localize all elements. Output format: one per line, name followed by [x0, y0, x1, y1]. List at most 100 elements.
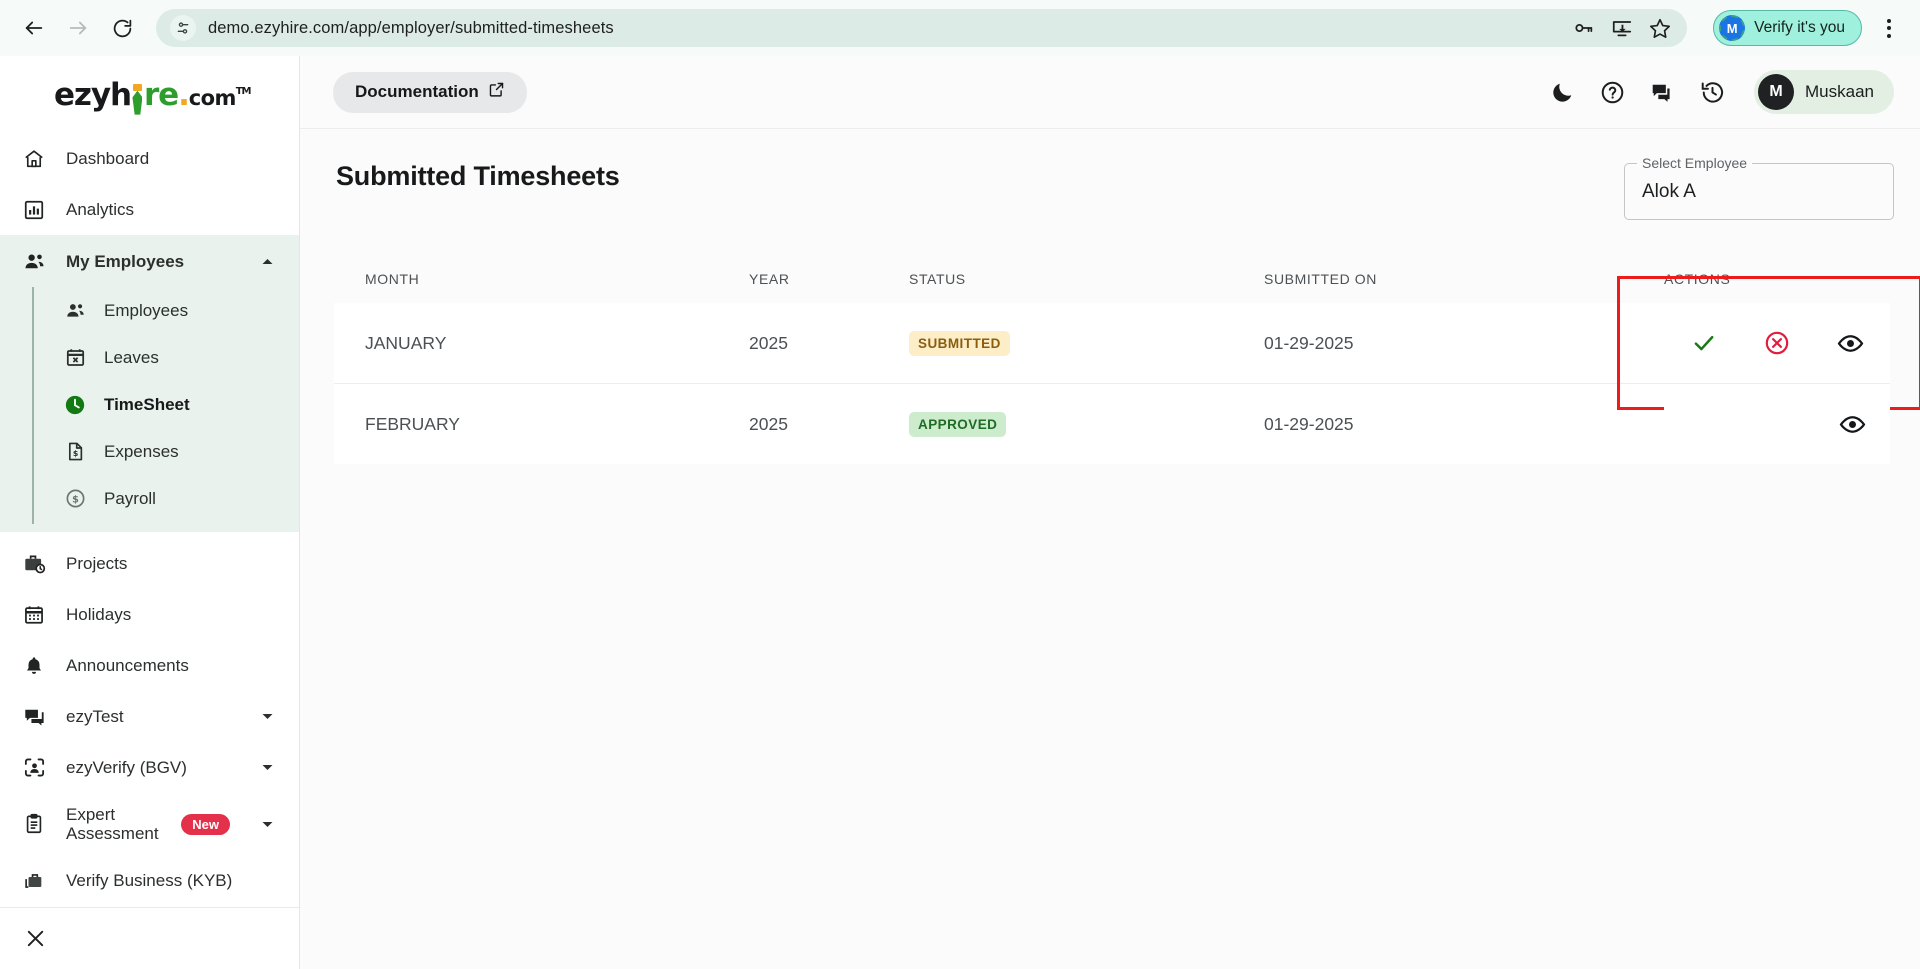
- sidebar-close-row: [0, 907, 299, 969]
- browser-menu-button[interactable]: [1872, 8, 1906, 48]
- browser-back-button[interactable]: [14, 8, 54, 48]
- sidebar-label-expenses: Expenses: [104, 441, 179, 461]
- verify-label: Verify it's you: [1754, 19, 1845, 36]
- cell-actions: [1664, 384, 1890, 464]
- sidebar-item-my-employees[interactable]: My Employees: [0, 235, 299, 287]
- documentation-button[interactable]: Documentation: [333, 71, 527, 113]
- table-body: JANUARY 2025 SUBMITTED 01-29-2025 FEBRUA…: [334, 276, 1920, 464]
- sidebar-item-verify-business[interactable]: Verify Business (KYB): [0, 855, 299, 906]
- sidebar-item-holidays[interactable]: Holidays: [0, 589, 299, 640]
- sidebar-group-my-employees: My Employees Employees Leaves TimeSheet …: [0, 235, 299, 533]
- sidebar-label-ezyverify: ezyVerify (BGV): [66, 758, 187, 778]
- bookmark-star-icon[interactable]: [1649, 17, 1671, 39]
- employee-select-label: Select Employee: [1637, 155, 1753, 171]
- logo-dot: .: [178, 76, 190, 113]
- table-header-row: MONTH YEAR STATUS SUBMITTED ON ACTIONS: [334, 261, 1890, 303]
- browser-forward-button[interactable]: [58, 8, 98, 48]
- sidebar-item-ezyverify[interactable]: ezyVerify (BGV): [0, 742, 299, 793]
- home-icon: [22, 147, 46, 171]
- sidebar-item-expenses[interactable]: $ Expenses: [32, 428, 299, 475]
- site-settings-icon[interactable]: [170, 15, 196, 41]
- logo-text-part2: re: [143, 76, 179, 113]
- sidebar-label-announcements: Announcements: [66, 656, 189, 676]
- sidebar-label-ezytest: ezyTest: [66, 707, 124, 727]
- user-profile-button[interactable]: M Muskaan: [1754, 70, 1894, 114]
- chevron-down-icon[interactable]: [260, 817, 275, 832]
- external-link-icon: [488, 81, 505, 103]
- new-badge: New: [181, 813, 230, 835]
- reject-icon[interactable]: [1762, 328, 1792, 358]
- column-header-year: YEAR: [749, 261, 909, 303]
- sidebar-label-timesheet: TimeSheet: [104, 394, 190, 414]
- calendar-x-icon: [64, 347, 86, 369]
- sidebar-label-leaves: Leaves: [104, 347, 159, 367]
- app-logo[interactable]: ezyh re. com TM: [0, 56, 299, 133]
- timesheets-table: MONTH YEAR STATUS SUBMITTED ON ACTIONS J…: [334, 261, 1920, 464]
- history-icon[interactable]: [1698, 78, 1726, 106]
- documentation-label: Documentation: [355, 82, 479, 101]
- topbar-icons: M Muskaan: [1548, 70, 1894, 114]
- sidebar-item-timesheet[interactable]: TimeSheet: [32, 381, 299, 428]
- sidebar-item-payroll[interactable]: $ Payroll: [32, 475, 299, 522]
- sidebar-item-ezytest[interactable]: ezyTest: [0, 691, 299, 742]
- table-head: MONTH YEAR STATUS SUBMITTED ON ACTIONS: [334, 261, 1890, 303]
- column-header-actions: ACTIONS: [1664, 261, 1890, 303]
- svg-text:$: $: [72, 449, 77, 458]
- chat-icon: [22, 705, 46, 729]
- face-scan-icon: [22, 756, 46, 780]
- chat-icon[interactable]: [1648, 78, 1676, 106]
- status-badge: APPROVED: [909, 411, 1007, 437]
- sidebar-item-expert-assessment[interactable]: Expert Assessment New: [0, 793, 299, 855]
- sidebar-label-holidays: Holidays: [66, 605, 132, 625]
- browser-reload-button[interactable]: [102, 8, 142, 48]
- install-app-icon[interactable]: [1611, 17, 1633, 39]
- chevron-down-icon[interactable]: [260, 760, 275, 775]
- employee-select[interactable]: Select Employee Alok A: [1624, 155, 1894, 220]
- clock-icon: [64, 394, 86, 416]
- people-icon: [22, 249, 46, 273]
- page-title: Submitted Timesheets: [336, 161, 620, 191]
- cell-year: 2025: [749, 303, 909, 384]
- column-header-month: MONTH: [334, 261, 749, 303]
- main-content: Documentation M Muskaan Submitted Timesh…: [300, 56, 1920, 969]
- chevron-down-icon[interactable]: [260, 709, 275, 724]
- column-header-status: STATUS: [909, 261, 1264, 303]
- sidebar: ezyh re. com TM Dashboard Analytics My E…: [0, 56, 300, 969]
- dollar-circle-icon: $: [64, 488, 86, 510]
- chevron-up-icon[interactable]: [260, 254, 275, 269]
- user-name: Muskaan: [1805, 82, 1874, 101]
- cell-month: JANUARY: [334, 303, 749, 384]
- sidebar-item-employees[interactable]: Employees: [32, 287, 299, 334]
- logo-com: com: [188, 85, 237, 110]
- approve-icon[interactable]: [1689, 328, 1719, 358]
- cell-submitted-on: 01-29-2025: [1264, 384, 1664, 464]
- password-key-icon[interactable]: [1573, 17, 1595, 39]
- clipboard-icon: [22, 812, 46, 836]
- help-icon[interactable]: [1598, 78, 1626, 106]
- app-topbar: Documentation M Muskaan: [300, 56, 1920, 129]
- sidebar-label-analytics: Analytics: [66, 200, 135, 220]
- sidebar-label-payroll: Payroll: [104, 488, 156, 508]
- employee-select-value: Alok A: [1642, 181, 1696, 202]
- sidebar-item-analytics[interactable]: Analytics: [0, 184, 299, 235]
- status-badge: SUBMITTED: [909, 330, 1010, 356]
- briefcase-clock-icon: [22, 552, 46, 576]
- browser-address-bar[interactable]: demo.ezyhire.com/app/employer/submitted-…: [156, 9, 1688, 47]
- dark-mode-icon[interactable]: [1548, 78, 1576, 106]
- subnav-rail: [32, 287, 34, 525]
- sidebar-item-announcements[interactable]: Announcements: [0, 640, 299, 691]
- table-row[interactable]: FEBRUARY 2025 APPROVED 01-29-2025: [334, 384, 1890, 464]
- verify-its-you-button[interactable]: M Verify it's you: [1713, 10, 1862, 46]
- sidebar-nav: Dashboard Analytics My Employees Employe…: [0, 133, 299, 907]
- cell-status: APPROVED: [909, 384, 1264, 464]
- sidebar-item-dashboard[interactable]: Dashboard: [0, 133, 299, 184]
- view-icon[interactable]: [1837, 409, 1867, 439]
- close-icon[interactable]: [20, 924, 50, 954]
- sidebar-item-leaves[interactable]: Leaves: [32, 334, 299, 381]
- view-icon[interactable]: [1835, 328, 1865, 358]
- logo-text-part1: ezyh: [54, 76, 132, 113]
- table-row[interactable]: JANUARY 2025 SUBMITTED 01-29-2025: [334, 276, 1920, 410]
- avatar: M: [1758, 74, 1795, 110]
- sidebar-item-projects[interactable]: Projects: [0, 538, 299, 589]
- url-text: demo.ezyhire.com/app/employer/submitted-…: [208, 18, 614, 37]
